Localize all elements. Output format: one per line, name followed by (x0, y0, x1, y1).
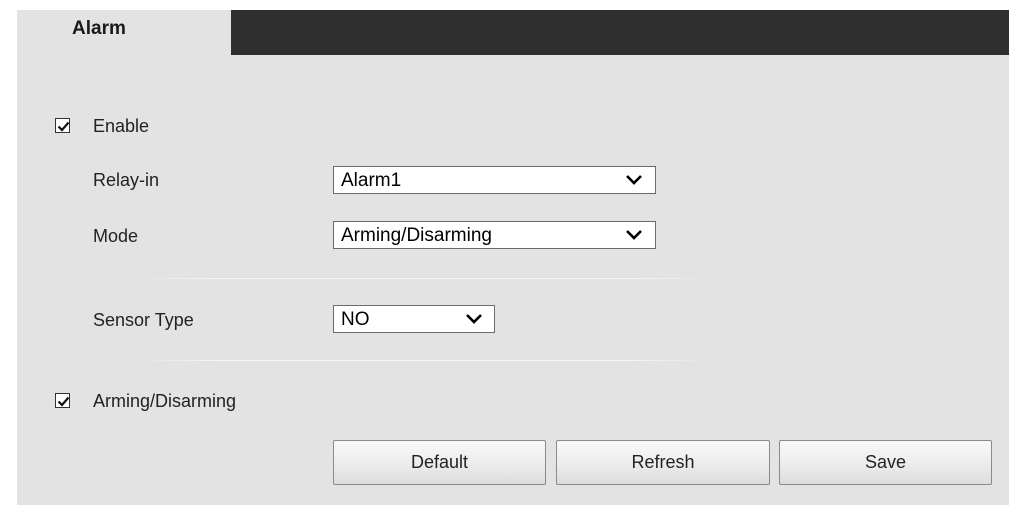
relay-in-select[interactable]: Alarm1 (333, 166, 656, 194)
save-button[interactable]: Save (779, 440, 992, 485)
enable-checkbox[interactable] (55, 118, 70, 133)
tab-alarm-label: Alarm (72, 18, 126, 39)
alarm-settings-panel: Alarm (17, 10, 1009, 505)
sensor-type-label: Sensor Type (93, 310, 194, 330)
default-button[interactable]: Default (333, 440, 546, 485)
check-icon (57, 121, 70, 132)
relay-in-label: Relay-in (93, 170, 160, 190)
chevron-down-icon (466, 314, 482, 324)
chevron-down-icon (626, 230, 642, 240)
sensor-type-select[interactable]: NO (333, 305, 495, 333)
sensor-type-value: NO (341, 309, 370, 330)
section-divider (133, 360, 713, 361)
arming-disarming-label: Arming/Disarming (93, 391, 237, 411)
enable-label: Enable (93, 116, 150, 136)
refresh-button[interactable]: Refresh (556, 440, 770, 485)
mode-label: Mode (93, 226, 139, 246)
tab-alarm[interactable]: Alarm (17, 10, 231, 55)
mode-value: Arming/Disarming (341, 225, 492, 246)
relay-in-value: Alarm1 (341, 170, 402, 191)
mode-select[interactable]: Arming/Disarming (333, 221, 656, 249)
check-icon (57, 396, 70, 407)
chevron-down-icon (626, 175, 642, 185)
arming-disarming-checkbox[interactable] (55, 393, 70, 408)
section-divider (133, 278, 713, 279)
